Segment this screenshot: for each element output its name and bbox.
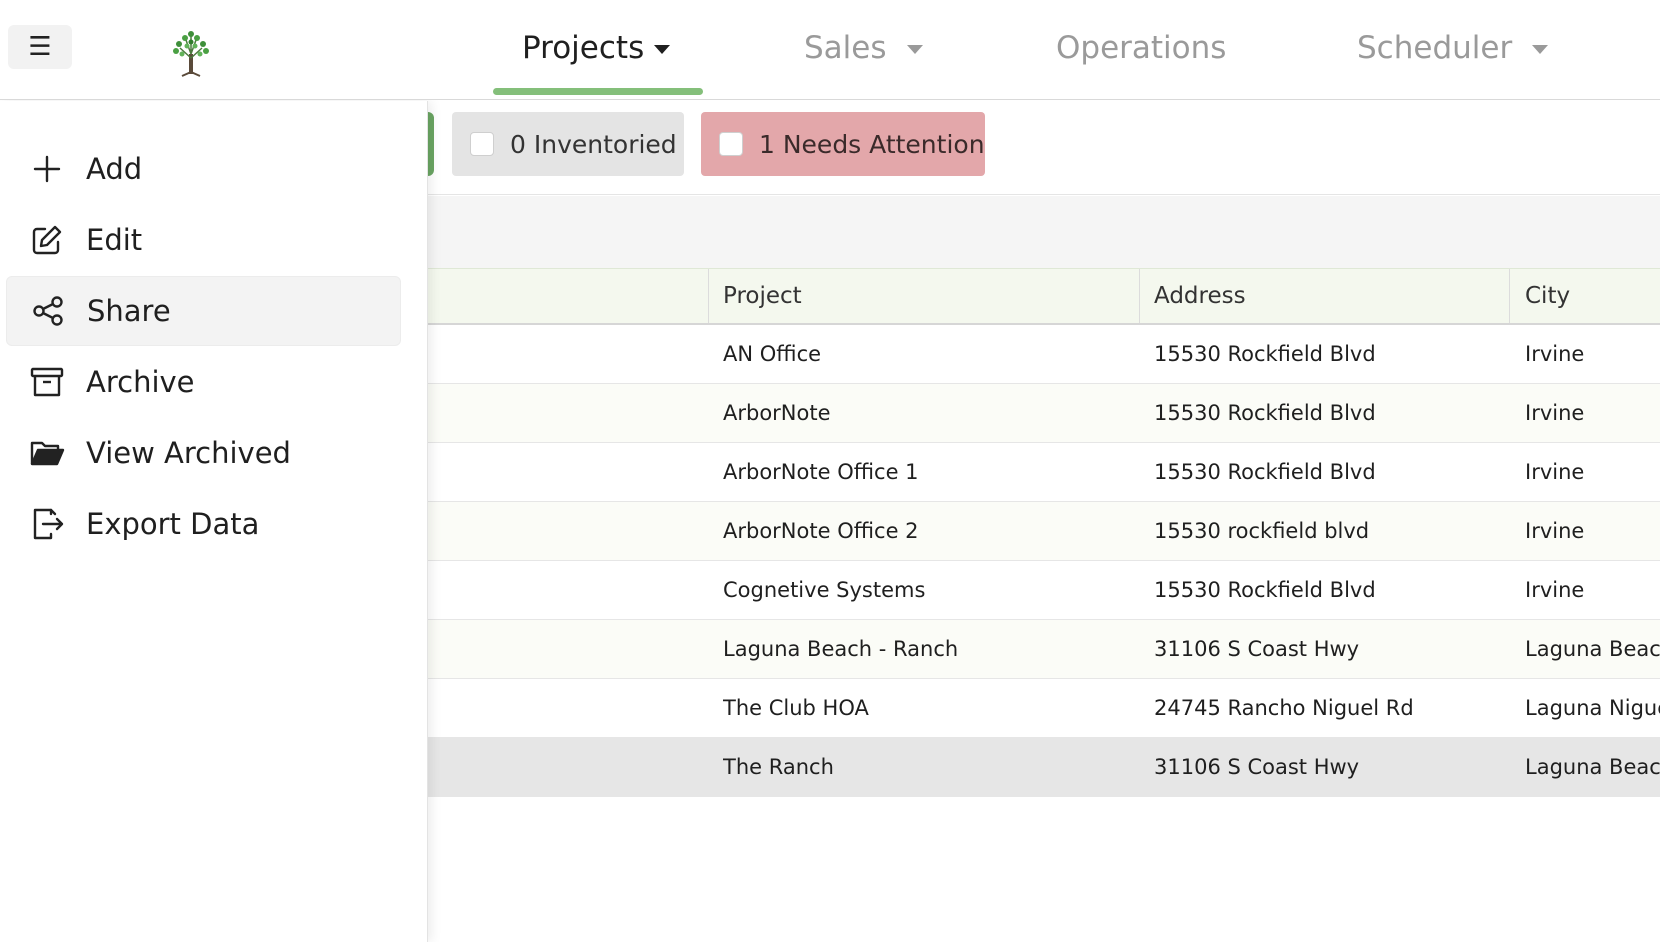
export-icon: [28, 505, 66, 543]
tab-sales[interactable]: Sales: [804, 22, 923, 74]
cell-city: Irvine: [1525, 519, 1585, 543]
tab-operations-label: Operations: [1056, 30, 1227, 66]
column-header-address[interactable]: Address: [1154, 269, 1504, 323]
archive-icon: [28, 363, 66, 401]
inventoried-filter-chip[interactable]: 0 Inventoried: [452, 112, 684, 176]
sidebar-item-share[interactable]: Share: [6, 276, 401, 346]
inventoried-checkbox[interactable]: [470, 132, 494, 156]
cell-city: Irvine: [1525, 578, 1585, 602]
sidebar-item-label: View Archived: [86, 436, 291, 470]
sidebar-item-label: Export Data: [86, 507, 260, 541]
cell-address: 31106 S Coast Hwy: [1154, 755, 1360, 779]
chevron-down-icon: [654, 44, 671, 54]
cell-city: Laguna Beach: [1525, 755, 1660, 779]
tab-projects-label: Projects: [522, 30, 645, 66]
plus-icon: [28, 150, 66, 188]
cell-address: 15530 Rockfield Blvd: [1154, 342, 1376, 366]
cell-city: Irvine: [1525, 460, 1585, 484]
tab-operations[interactable]: Operations: [1056, 22, 1226, 74]
cell-address: 24745 Rancho Niguel Rd: [1154, 696, 1414, 720]
cell-project: AN Office: [723, 342, 822, 366]
cell-address: 15530 Rockfield Blvd: [1154, 578, 1376, 602]
cell-address: 31106 S Coast Hwy: [1154, 637, 1360, 661]
folder-open-icon: [28, 434, 66, 472]
hamburger-menu-button[interactable]: ☰: [8, 25, 72, 69]
sidebar-item-view-archived[interactable]: View Archived: [6, 418, 401, 488]
tab-sales-label: Sales: [804, 30, 887, 66]
cell-project: ArborNote Office 2: [723, 519, 919, 543]
active-tab-indicator: [493, 88, 703, 95]
cell-address: 15530 Rockfield Blvd: [1154, 460, 1376, 484]
column-divider[interactable]: [1509, 269, 1510, 323]
chevron-down-icon: [906, 44, 923, 54]
cell-project: The Club HOA: [723, 696, 869, 720]
sidebar-item-edit[interactable]: Edit: [6, 205, 401, 275]
cell-city: Laguna Beach: [1525, 637, 1660, 661]
cell-project: The Ranch: [723, 755, 834, 779]
edit-icon: [28, 221, 66, 259]
needs-attention-filter-label: 1 Needs Attention: [759, 129, 985, 159]
tree-logo-icon: [173, 31, 209, 77]
tab-scheduler[interactable]: Scheduler: [1357, 22, 1549, 74]
column-divider[interactable]: [1139, 269, 1140, 323]
sidebar-item-label: Share: [87, 294, 171, 328]
cell-project: Cognetive Systems: [723, 578, 926, 602]
tab-projects[interactable]: Projects: [522, 22, 671, 74]
hamburger-icon: ☰: [28, 32, 52, 62]
needs-attention-checkbox[interactable]: [719, 132, 743, 156]
sidebar-item-label: Archive: [86, 365, 195, 399]
cell-address: 15530 Rockfield Blvd: [1154, 401, 1376, 425]
inventoried-filter-label: 0 Inventoried: [510, 129, 677, 159]
cell-project: Laguna Beach - Ranch: [723, 637, 959, 661]
column-header-project[interactable]: Project: [723, 269, 1123, 323]
cell-city: Laguna Niguel: [1525, 696, 1660, 720]
sidebar-item-label: Edit: [86, 223, 143, 257]
tab-scheduler-label: Scheduler: [1357, 30, 1513, 66]
sidebar-item-archive[interactable]: Archive: [6, 347, 401, 417]
top-navigation-bar: ☰ Projects Sales Operations Scheduler: [0, 0, 1660, 100]
cell-city: Irvine: [1525, 342, 1585, 366]
chevron-down-icon: [1532, 44, 1549, 54]
cell-city: Irvine: [1525, 401, 1585, 425]
needs-attention-filter-chip[interactable]: 1 Needs Attention: [701, 112, 985, 176]
app-logo[interactable]: [168, 28, 214, 78]
cell-address: 15530 rockfield blvd: [1154, 519, 1370, 543]
cell-project: ArborNote Office 1: [723, 460, 919, 484]
sidebar-item-export-data[interactable]: Export Data: [6, 489, 401, 559]
cell-project: ArborNote: [723, 401, 831, 425]
column-header-city[interactable]: City: [1525, 269, 1660, 323]
column-divider[interactable]: [708, 269, 709, 323]
actions-sidebar: Add Edit Share Archive View Archived Exp…: [0, 101, 428, 942]
sidebar-item-label: Add: [86, 152, 143, 186]
sidebar-item-add[interactable]: Add: [6, 134, 401, 204]
share-icon: [29, 292, 67, 330]
